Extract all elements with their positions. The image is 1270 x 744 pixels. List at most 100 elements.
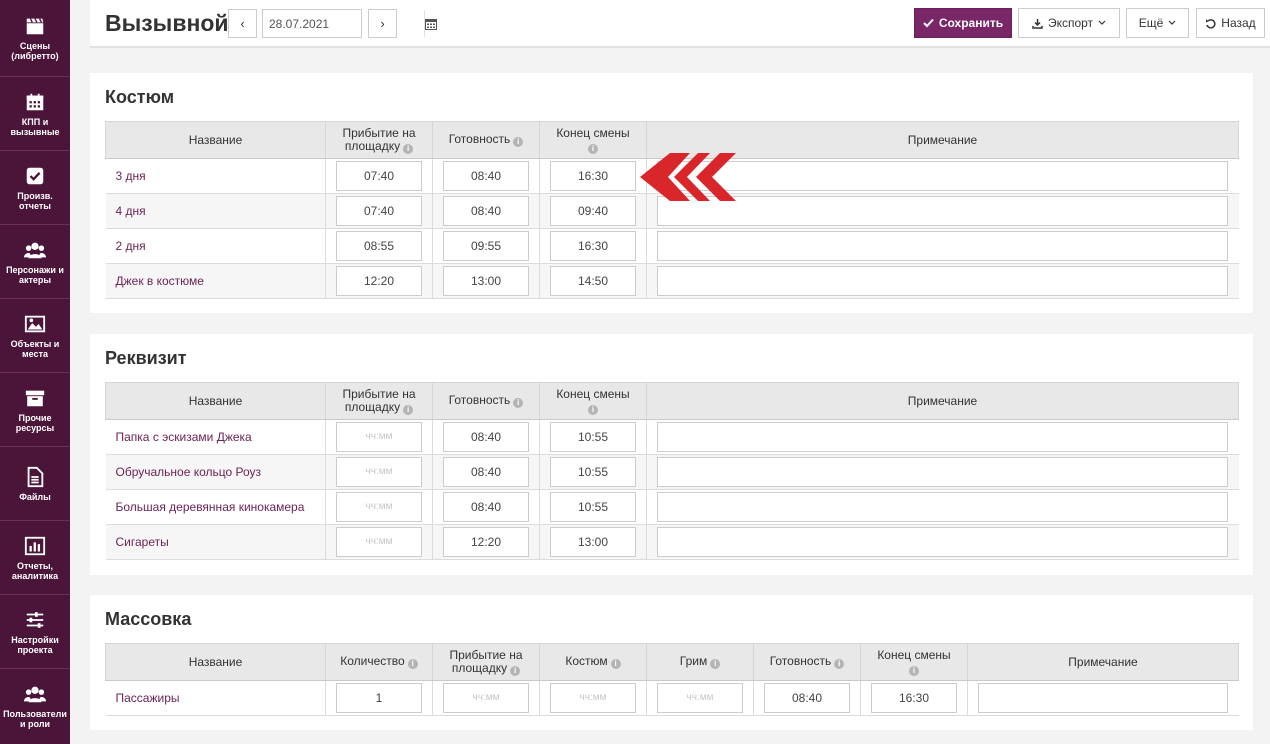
sidebar-item-reports[interactable]: Произв. отчеты	[0, 151, 70, 225]
row-name: Сигареты	[105, 524, 326, 560]
table-row: Обручальное кольцо Роуз чч:мм 08:40 10:5…	[105, 454, 1239, 490]
prev-date-button[interactable]: ‹	[228, 9, 257, 38]
sidebar-item-files[interactable]: Файлы	[0, 447, 70, 521]
sidebar-item-label: Персонажи и актеры	[6, 264, 64, 285]
note-input[interactable]	[657, 457, 1229, 487]
table-row: 2 дня 08:55 09:55 16:30	[105, 228, 1239, 264]
column-header-arrival: Прибытие на площадку i	[325, 382, 433, 420]
sidebar-item-analytics[interactable]: Отчеты, аналитика	[0, 521, 70, 595]
arrival-time-input[interactable]: чч:мм	[443, 683, 529, 713]
note-input[interactable]	[657, 161, 1229, 191]
ready-time-input[interactable]: 08:40	[443, 492, 529, 522]
page-title: Вызывной	[105, 10, 229, 36]
note-input[interactable]	[657, 527, 1229, 557]
note-input[interactable]	[657, 266, 1229, 296]
date-input[interactable]	[263, 10, 424, 37]
end-time-input[interactable]: 10:55	[550, 422, 636, 452]
bar-chart-icon	[24, 536, 46, 555]
row-name: Пассажиры	[105, 680, 326, 716]
export-button[interactable]: Экспорт	[1018, 8, 1120, 38]
info-icon[interactable]: i	[588, 143, 598, 154]
arrival-time-input[interactable]: чч:мм	[336, 527, 422, 557]
end-time-input[interactable]: 16:30	[871, 683, 957, 713]
info-icon[interactable]: i	[710, 659, 721, 669]
more-button-label: Ещё	[1138, 16, 1164, 30]
note-input[interactable]	[657, 196, 1229, 226]
arrival-time-input[interactable]: 12:20	[336, 266, 422, 296]
table-row: Пассажиры 1 чч:мм чч:мм чч:мм 08:40 16:3…	[105, 680, 1239, 716]
note-input[interactable]	[657, 231, 1229, 261]
column-header-qty: Количество i	[325, 643, 433, 681]
ready-time-input[interactable]: 08:40	[764, 683, 850, 713]
undo-icon	[1206, 18, 1216, 29]
archive-icon	[25, 390, 45, 406]
end-time-input[interactable]: 16:30	[550, 231, 636, 261]
note-input[interactable]	[657, 492, 1229, 522]
info-icon[interactable]: i	[513, 398, 524, 408]
row-name: Папка с эскизами Джека	[105, 419, 326, 455]
makeup-time-input[interactable]: чч:мм	[657, 683, 743, 713]
back-button[interactable]: Назад	[1196, 8, 1265, 38]
arrival-time-input[interactable]: чч:мм	[336, 422, 422, 452]
sidebar-item-label: Произв. отчеты	[17, 190, 53, 211]
sidebar-item-label: Объекты и места	[10, 338, 60, 359]
info-icon[interactable]: i	[610, 659, 621, 669]
info-icon[interactable]: i	[909, 665, 919, 676]
date-picker	[262, 9, 437, 38]
note-input[interactable]	[978, 683, 1229, 713]
arrival-time-input[interactable]: 07:40	[336, 161, 422, 191]
ready-time-input[interactable]: 13:00	[443, 266, 529, 296]
arrival-time-input[interactable]: чч:мм	[336, 457, 422, 487]
info-icon[interactable]: i	[407, 659, 418, 669]
sidebar-item-settings[interactable]: Настройки проекта	[0, 595, 70, 669]
costume-time-input[interactable]: чч:мм	[550, 683, 636, 713]
column-header-name: Название	[105, 382, 326, 420]
row-name: 4 дня	[105, 193, 326, 229]
ready-time-input[interactable]: 08:40	[443, 161, 529, 191]
ready-time-input[interactable]: 09:55	[443, 231, 529, 261]
ready-time-input[interactable]: 12:20	[443, 527, 529, 557]
info-icon[interactable]: i	[403, 143, 414, 154]
sidebar-item-users[interactable]: Пользователи и роли	[0, 669, 70, 743]
end-time-input[interactable]: 16:30	[550, 161, 636, 191]
table-row: Сигареты чч:мм 12:20 13:00	[105, 524, 1239, 560]
sliders-icon	[26, 611, 44, 628]
column-header-end: Конец смены i	[539, 382, 647, 420]
sidebar-item-locations[interactable]: Объекты и места	[0, 299, 70, 373]
end-time-input[interactable]: 13:00	[550, 527, 636, 557]
export-button-label: Экспорт	[1047, 16, 1094, 30]
info-icon[interactable]: i	[403, 404, 414, 415]
sidebar-item-label: Файлы	[19, 491, 51, 502]
arrival-time-input[interactable]: чч:мм	[336, 492, 422, 522]
save-button[interactable]: Сохранить	[914, 8, 1012, 38]
column-header-name: Название	[105, 643, 326, 681]
calendar-icon	[425, 18, 437, 30]
end-time-input[interactable]: 09:40	[550, 196, 636, 226]
more-button[interactable]: Ещё	[1126, 8, 1189, 38]
ready-time-input[interactable]: 08:40	[443, 196, 529, 226]
end-time-input[interactable]: 14:50	[550, 266, 636, 296]
users-icon	[24, 242, 46, 258]
info-icon[interactable]: i	[834, 659, 845, 669]
ready-time-input[interactable]: 08:40	[443, 422, 529, 452]
arrival-time-input[interactable]: 08:55	[336, 231, 422, 261]
back-button-label: Назад	[1221, 16, 1256, 30]
column-header-note: Примечание	[967, 643, 1239, 681]
arrival-time-input[interactable]: 07:40	[336, 196, 422, 226]
sidebar-item-resources[interactable]: Прочие ресурсы	[0, 373, 70, 447]
column-header-ready: Готовность i	[432, 382, 540, 420]
info-icon[interactable]: i	[588, 404, 598, 415]
sidebar-item-callsheets[interactable]: КПП и вызывные	[0, 77, 70, 151]
end-time-input[interactable]: 10:55	[550, 457, 636, 487]
save-button-label: Сохранить	[938, 16, 1004, 30]
sidebar-item-characters[interactable]: Персонажи и актеры	[0, 225, 70, 299]
end-time-input[interactable]: 10:55	[550, 492, 636, 522]
ready-time-input[interactable]: 08:40	[443, 457, 529, 487]
note-input[interactable]	[657, 422, 1229, 452]
sidebar-item-scenes[interactable]: Сцены (либретто)	[0, 0, 70, 77]
info-icon[interactable]: i	[513, 137, 524, 147]
quantity-input[interactable]: 1	[336, 683, 422, 713]
calendar-button[interactable]	[424, 10, 437, 37]
info-icon[interactable]: i	[510, 665, 521, 676]
next-date-button[interactable]: ›	[368, 9, 397, 38]
